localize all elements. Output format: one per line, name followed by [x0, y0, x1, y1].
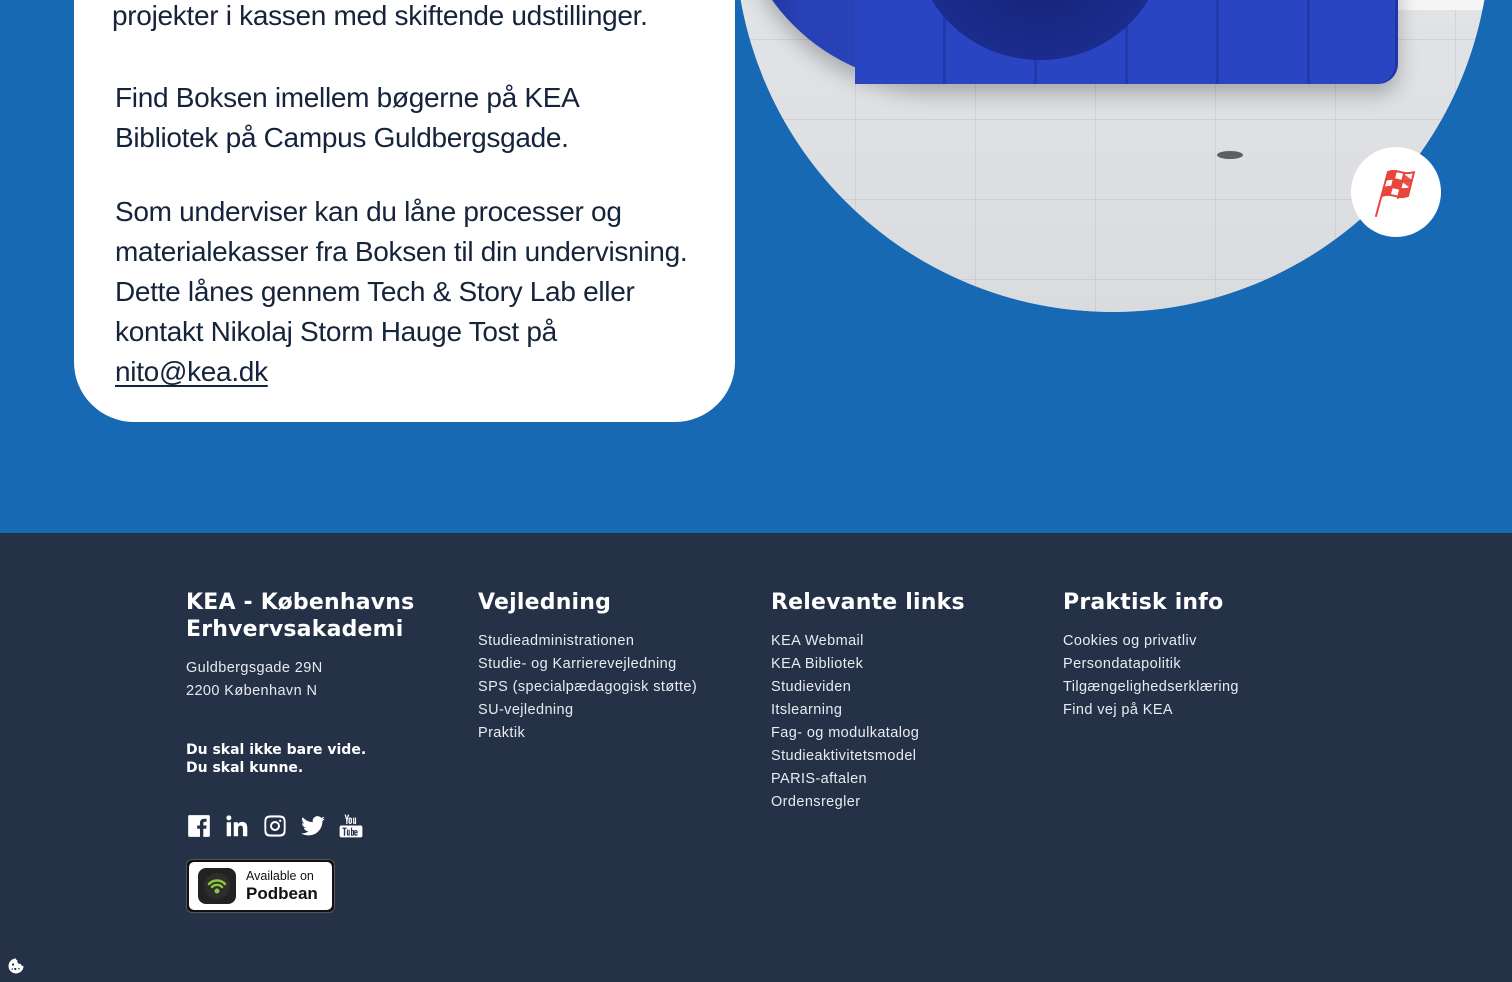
address-line-1: Guldbergsgade 29N — [186, 660, 323, 676]
photo-bookshelf — [1392, 0, 1490, 10]
footer-link[interactable]: Studie- og Karrierevejledning — [478, 656, 677, 672]
footer-link[interactable]: Fag- og modulkatalog — [771, 725, 919, 741]
footer-relevante-column: Relevante links KEA Webmail KEA Bibliote… — [771, 589, 1031, 814]
instagram-icon[interactable] — [262, 813, 288, 839]
footer-relevante-title: Relevante links — [771, 590, 965, 615]
footer-link[interactable]: Find vej på KEA — [1063, 702, 1173, 718]
address-line-2: 2200 København N — [186, 683, 318, 699]
site-footer: KEA - Københavns Erhvervsakademi Guldber… — [0, 533, 1512, 982]
youtube-icon[interactable] — [338, 813, 364, 839]
card-paragraph-3-text: Som underviser kan du låne processer og … — [115, 196, 688, 347]
card-paragraph-2: Find Boksen imellem bøgerne på KEA Bibli… — [115, 82, 578, 153]
linkedin-icon[interactable] — [224, 813, 250, 839]
footer-link[interactable]: Praktik — [478, 725, 525, 741]
podbean-small-label: Available on — [246, 869, 314, 883]
email-link[interactable]: nito@kea.dk — [115, 356, 268, 387]
footer-link[interactable]: KEA Bibliotek — [771, 656, 863, 672]
footer-link[interactable]: KEA Webmail — [771, 633, 864, 649]
footer-praktisk-list: Cookies og privatliv Persondatapolitik T… — [1063, 630, 1323, 722]
footer-slogan: Du skal ikke bare vide. Du skal kunne. — [186, 741, 446, 777]
footer-praktisk-title: Praktisk info — [1063, 590, 1224, 615]
info-card: naturen bygger og se andre studerendes p… — [74, 0, 735, 422]
podbean-wifi-icon — [204, 873, 230, 899]
footer-vejledning-column: Vejledning Studieadministrationen Studie… — [478, 589, 738, 745]
footer-link[interactable]: Studieviden — [771, 679, 851, 695]
checkered-flag-badge — [1351, 147, 1441, 237]
podbean-logo-icon — [198, 868, 236, 904]
checkered-flag-icon — [1375, 169, 1415, 217]
facebook-icon[interactable] — [186, 813, 212, 839]
footer-link[interactable]: PARIS-aftalen — [771, 771, 867, 787]
footer-vejledning-title: Vejledning — [478, 590, 612, 615]
footer-link[interactable]: SPS (specialpædagogisk støtte) — [478, 679, 697, 695]
footer-vejledning-list: Studieadministrationen Studie- og Karrie… — [478, 630, 738, 745]
podbean-text: Available on Podbean — [246, 869, 318, 903]
photo-floor-drain — [1217, 151, 1243, 159]
slogan-line-2: Du skal kunne. — [186, 760, 304, 776]
footer-org-title: KEA - Københavns Erhvervsakademi — [186, 590, 415, 642]
footer-link[interactable]: Cookies og privatliv — [1063, 633, 1197, 649]
footer-link[interactable]: Persondatapolitik — [1063, 656, 1181, 672]
footer-link[interactable]: Tilgængelighedserklæring — [1063, 679, 1239, 695]
footer-link[interactable]: SU-vejledning — [478, 702, 573, 718]
slogan-line-1: Du skal ikke bare vide. — [186, 742, 367, 758]
podbean-big-label: Podbean — [246, 884, 318, 903]
footer-praktisk-column: Praktisk info Cookies og privatliv Perso… — [1063, 589, 1323, 722]
social-links — [186, 813, 364, 839]
podbean-badge[interactable]: Available on Podbean — [186, 859, 335, 913]
footer-link[interactable]: Ordensregler — [771, 794, 860, 810]
card-paragraph-1: naturen bygger og se andre studerendes p… — [112, 0, 648, 31]
cookie-settings-button[interactable] — [5, 955, 27, 977]
twitter-icon[interactable] — [300, 813, 326, 839]
footer-link[interactable]: Studieaktivitetsmodel — [771, 748, 916, 764]
card-paragraph-3: Som underviser kan du låne processer og … — [115, 192, 695, 392]
cookie-icon — [8, 958, 24, 974]
footer-org-column: KEA - Københavns Erhvervsakademi Guldber… — [186, 589, 446, 777]
footer-link[interactable]: Studieadministrationen — [478, 633, 634, 649]
hero-section: naturen bygger og se andre studerendes p… — [0, 0, 1512, 533]
footer-address: Guldbergsgade 29N 2200 København N — [186, 657, 446, 703]
footer-relevante-list: KEA Webmail KEA Bibliotek Studieviden It… — [771, 630, 1031, 814]
footer-link[interactable]: Itslearning — [771, 702, 842, 718]
